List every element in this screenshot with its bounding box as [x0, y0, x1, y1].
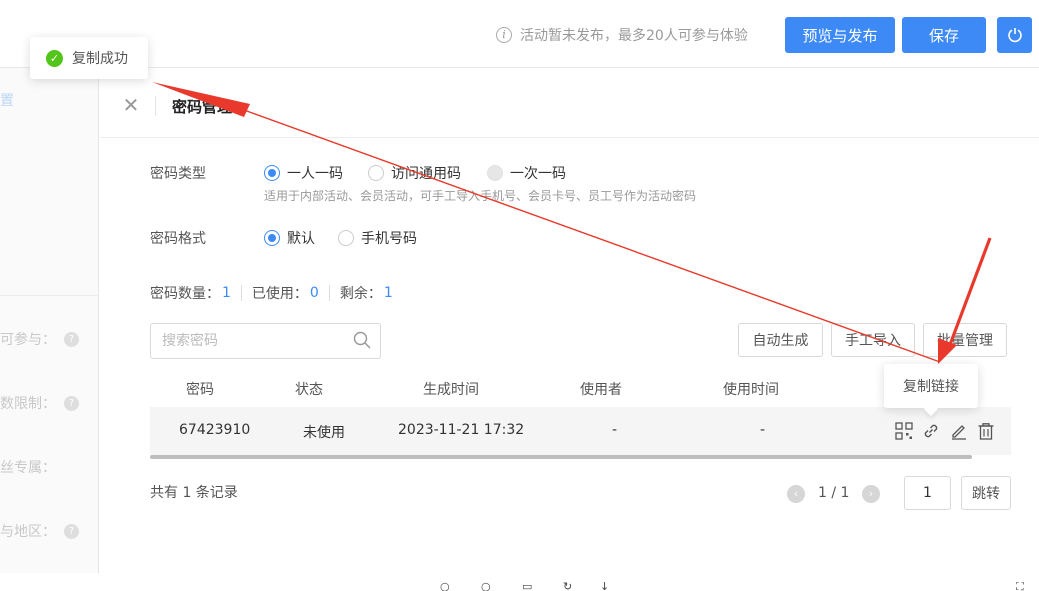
password-type-hint: 适用于内部活动、会员活动，可手工导入手机号、会员卡号、员工号作为活动密码: [264, 189, 697, 203]
link-icon[interactable]: [921, 421, 941, 441]
radio-phone-number[interactable]: 手机号码: [338, 228, 417, 248]
password-type-label: 密码类型: [150, 166, 206, 182]
copy-link-tooltip: 复制链接: [884, 364, 978, 408]
tooltip-text: 复制链接: [903, 379, 959, 395]
help-icon[interactable]: ?: [64, 523, 79, 539]
preview-publish-button[interactable]: 预览与发布: [785, 17, 895, 53]
search-icon[interactable]: [353, 331, 371, 349]
search-input[interactable]: [150, 323, 381, 359]
radio-circle: [338, 230, 354, 246]
radio-label: 手机号码: [361, 231, 417, 247]
power-button[interactable]: [997, 17, 1032, 53]
qrcode-icon[interactable]: [894, 421, 914, 441]
rotate-icon[interactable]: ↻: [563, 582, 575, 591]
bottom-toolbar: [0, 573, 1039, 591]
auto-generate-button[interactable]: 自动生成: [738, 323, 823, 357]
radio-circle: [264, 230, 280, 246]
sidebar-item-label: 可参与：: [0, 332, 56, 348]
table-row: [150, 407, 1011, 455]
toast-text: 复制成功: [72, 51, 128, 67]
cell-password: 67423910: [179, 422, 251, 438]
cell-created: 2023-11-21 17:32: [398, 422, 525, 438]
radio-circle: [487, 165, 503, 181]
radio-one-time-code: 一次一码: [487, 163, 566, 183]
sidebar-item-region: 与地区：?: [0, 521, 79, 541]
save-button[interactable]: 保存: [902, 17, 986, 53]
password-format-label: 密码格式: [150, 231, 206, 247]
fit-icon[interactable]: ▭: [522, 582, 534, 591]
download-icon[interactable]: ↓: [600, 582, 612, 591]
info-icon: i: [496, 27, 512, 43]
column-header-password: 密码: [186, 382, 214, 398]
sidebar-item-participants: 可参与：?: [0, 329, 79, 349]
panel-title: 密码管理: [172, 98, 233, 116]
sidebar-item-label: 数限制：: [0, 396, 56, 412]
sidebar-item-fans: 丝专属：: [0, 457, 56, 477]
sidebar-divider: [0, 295, 99, 296]
publish-notice-text: 活动暂未发布，最多20人可参与体验: [520, 28, 748, 44]
zoom-out-icon[interactable]: ○: [481, 582, 493, 591]
check-icon: ✓: [46, 49, 63, 67]
radio-common-code[interactable]: 访问通用码: [368, 163, 461, 183]
total-records: 共有 1 条记录: [150, 485, 238, 501]
radio-circle: [264, 165, 280, 181]
remain-count-label: 剩余：: [339, 286, 382, 302]
sidebar-item-label: 与地区：: [0, 524, 56, 540]
jump-button[interactable]: 跳转: [961, 476, 1011, 510]
header-divider: [155, 96, 156, 116]
used-count: 0: [309, 285, 319, 301]
count-divider: [328, 285, 330, 301]
close-icon[interactable]: ✕: [122, 95, 140, 115]
radio-label: 一次一码: [510, 166, 566, 182]
column-header-created: 生成时间: [423, 382, 479, 398]
sidebar-item-label: 丝专属：: [0, 460, 56, 476]
sidebar-item-setting[interactable]: 置: [0, 90, 14, 110]
cell-user: -: [612, 422, 618, 438]
publish-notice: i 活动暂未发布，最多20人可参与体验: [496, 24, 748, 46]
radio-label: 一人一码: [287, 166, 343, 182]
total-count: 1: [222, 285, 231, 301]
help-icon[interactable]: ?: [64, 395, 79, 411]
page-number-input[interactable]: [904, 476, 951, 510]
power-icon: [1007, 28, 1022, 43]
chevron-left-icon[interactable]: ‹: [787, 485, 805, 503]
count-divider: [240, 285, 242, 301]
trash-icon[interactable]: [976, 421, 996, 441]
password-counts: 密码数量： 1 已使用： 0 剩余： 1: [150, 283, 393, 303]
help-icon[interactable]: ?: [64, 331, 79, 347]
radio-default[interactable]: 默认: [264, 228, 315, 248]
column-header-status: 状态: [295, 382, 323, 398]
zoom-in-icon[interactable]: ○: [440, 582, 452, 591]
success-toast: ✓ 复制成功: [30, 37, 148, 79]
radio-one-per-person[interactable]: 一人一码: [264, 163, 343, 183]
cell-status: 未使用: [303, 425, 345, 441]
fullscreen-icon[interactable]: ⛶: [1016, 582, 1028, 591]
panel-header: ✕ 密码管理: [100, 68, 1039, 138]
column-header-user: 使用者: [580, 382, 622, 398]
sidebar-item-limit: 数限制：?: [0, 393, 79, 413]
edit-icon[interactable]: [949, 421, 969, 441]
used-count-label: 已使用：: [251, 286, 308, 302]
remain-count: 1: [383, 285, 393, 301]
cell-used-time: -: [760, 422, 766, 438]
page-indicator: 1 / 1: [818, 485, 850, 501]
manual-import-button[interactable]: 手工导入: [831, 323, 915, 357]
radio-label: 默认: [287, 231, 315, 247]
radio-circle: [368, 165, 384, 181]
table-horizontal-scrollbar[interactable]: [150, 455, 972, 459]
sidebar-background: [0, 68, 99, 573]
batch-manage-button[interactable]: 批量管理: [923, 323, 1007, 357]
top-bar: i 活动暂未发布，最多20人可参与体验 预览与发布 保存: [0, 0, 1039, 68]
column-header-used-time: 使用时间: [723, 382, 779, 398]
total-count-label: 密码数量：: [150, 286, 220, 302]
radio-label: 访问通用码: [391, 166, 461, 182]
chevron-right-icon[interactable]: ›: [862, 485, 880, 503]
